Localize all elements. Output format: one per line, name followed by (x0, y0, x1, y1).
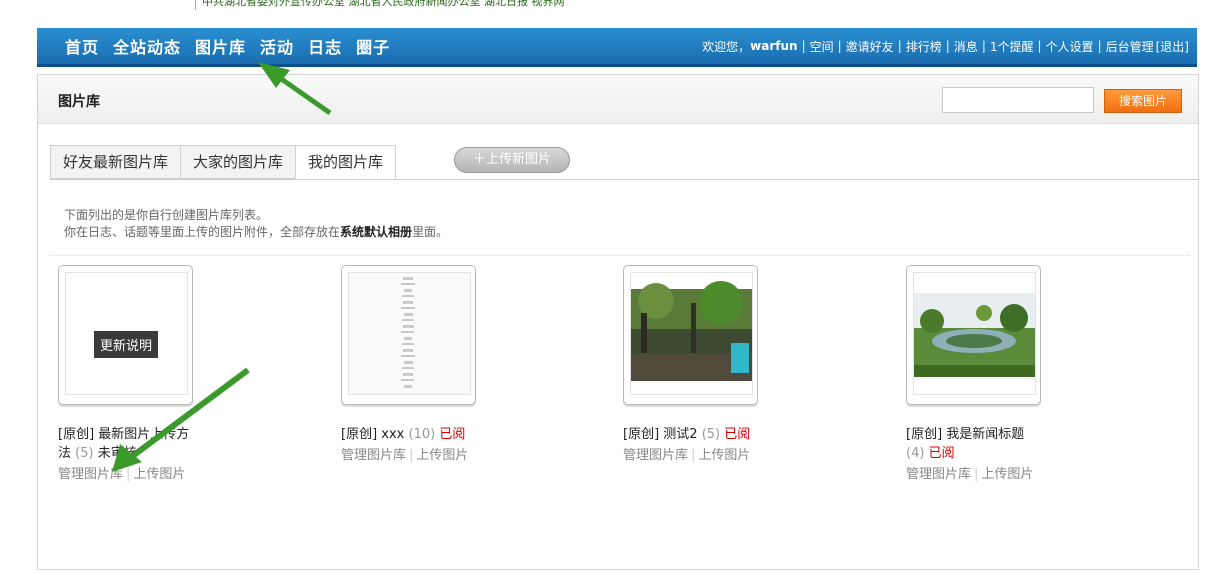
description-line: 你在日志、话题等里面上传的图片附件，全部存放在系统默认相册里面。 (64, 224, 448, 241)
separator: | (801, 39, 806, 53)
tabs-divider (50, 179, 1198, 180)
thumbnail-image (348, 272, 471, 395)
tab-my-gallery[interactable]: 我的图片库 (295, 145, 397, 179)
album-title: 测试2 (663, 427, 698, 442)
album-caption[interactable]: [原创] 最新图片上传方法 (5) 未审核 (58, 425, 198, 463)
separator: | (409, 448, 414, 463)
separator: | (126, 467, 131, 482)
separator: | (981, 39, 986, 53)
top-banner: 中共湖北省委对外宣传办公室 湖北省人民政府新闻办公室 湖北日报 视界网 (195, 0, 565, 10)
album-links: 管理图片库 | 上传图片 (58, 465, 198, 484)
album-status: 未审核 (97, 446, 137, 461)
manage-gallery-link[interactable]: 管理图片库 (58, 467, 123, 482)
album-tag: [原创] (341, 427, 378, 442)
forest-photo-image (631, 273, 752, 394)
user-link-admin[interactable]: 后台管理 (1106, 38, 1154, 55)
album-tag: [原创] (58, 427, 95, 442)
nav-groups[interactable]: 圈子 (356, 34, 390, 58)
description-text: 你在日志、话题等里面上传的图片附件，全部存放在 (64, 225, 341, 239)
park-rendering-image (914, 273, 1035, 394)
nav-blog[interactable]: 日志 (308, 34, 342, 58)
user-link-reminders[interactable]: 1个提醒 (990, 38, 1034, 55)
separator: | (897, 39, 902, 53)
upload-new-image-button[interactable]: ＋上传新图片 (454, 147, 570, 173)
separator: | (945, 39, 950, 53)
user-link-logout[interactable]: [退出] (1156, 38, 1189, 55)
album-title: 我是新闻标题 (946, 427, 1025, 442)
album-links: 管理图片库 | 上传图片 (623, 446, 763, 465)
thumbnail-image (630, 272, 753, 395)
album-title: xxx (381, 427, 405, 442)
tab-everyone[interactable]: 大家的图片库 (180, 145, 297, 179)
separator: | (691, 448, 696, 463)
album-thumbnail[interactable] (623, 265, 758, 405)
search-input[interactable] (942, 87, 1094, 113)
album-count: (4) (906, 446, 925, 461)
user-link-ranking[interactable]: 排行榜 (906, 38, 942, 55)
nav-links: 首页 全站动态 图片库 活动 日志 圈子 (65, 28, 390, 64)
gallery-divider (50, 255, 1190, 256)
manage-gallery-link[interactable]: 管理图片库 (906, 467, 971, 482)
manage-gallery-link[interactable]: 管理图片库 (341, 448, 406, 463)
nav-site-feed[interactable]: 全站动态 (113, 34, 181, 58)
album-card: [原创] 测试2 (5) 已阅 管理图片库 | 上传图片 (623, 265, 773, 465)
nav-gallery[interactable]: 图片库 (195, 34, 246, 58)
separator: | (837, 39, 842, 53)
album-links: 管理图片库 | 上传图片 (906, 465, 1046, 484)
album-count: (10) (408, 427, 436, 442)
welcome-text: 欢迎您， (702, 39, 751, 54)
upload-image-link[interactable]: 上传图片 (698, 448, 750, 463)
thumbnail-label: 更新说明 (94, 331, 159, 358)
panel-header: 图片库 搜索图片 (38, 75, 1198, 124)
gallery-tabs: 好友最新图片库 大家的图片库 我的图片库 (50, 145, 397, 179)
album-status: 已阅 (439, 427, 466, 442)
manage-gallery-link[interactable]: 管理图片库 (623, 448, 688, 463)
album-status: 已阅 (724, 427, 751, 442)
user-bar: 欢迎您， warfun | 空间 | 邀请好友 | 排行榜 | 消息 | 1个提… (702, 28, 1189, 64)
user-link-messages[interactable]: 消息 (954, 38, 978, 55)
tab-friends-latest[interactable]: 好友最新图片库 (50, 145, 182, 179)
album-tag: [原创] (906, 427, 943, 442)
gallery-panel: 图片库 搜索图片 好友最新图片库 大家的图片库 我的图片库 ＋上传新图片 下面列… (37, 74, 1199, 570)
user-link-settings[interactable]: 个人设置 (1046, 38, 1094, 55)
album-count: (5) (701, 427, 721, 442)
document-scan-image (349, 273, 470, 394)
upload-image-link[interactable]: 上传图片 (416, 448, 468, 463)
main-navbar: 首页 全站动态 图片库 活动 日志 圈子 欢迎您， warfun | 空间 | … (37, 28, 1197, 67)
page-title: 图片库 (58, 94, 100, 110)
search-button[interactable]: 搜索图片 (1104, 89, 1182, 113)
album-card: 更新说明 [原创] 最新图片上传方法 (5) 未审核 管理图片库 | 上传图片 (58, 265, 208, 484)
user-link-space[interactable]: 空间 (810, 38, 834, 55)
album-caption[interactable]: [原创] 测试2 (5) 已阅 (623, 425, 763, 444)
description-line: 下面列出的是你自行创建图片库列表。 (64, 208, 269, 222)
album-card: [原创] xxx (10) 已阅 管理图片库 | 上传图片 (341, 265, 491, 465)
description: 下面列出的是你自行创建图片库列表。 你在日志、话题等里面上传的图片附件，全部存放… (64, 207, 448, 241)
album-thumbnail[interactable]: 更新说明 (58, 265, 193, 405)
separator: | (1037, 39, 1042, 53)
album-caption[interactable]: [原创] 我是新闻标题 (4) 已阅 (906, 425, 1046, 463)
description-text: 里面。 (412, 225, 449, 239)
album-thumbnail[interactable] (341, 265, 476, 405)
album-card: [原创] 我是新闻标题 (4) 已阅 管理图片库 | 上传图片 (906, 265, 1056, 484)
album-links: 管理图片库 | 上传图片 (341, 446, 481, 465)
album-count: (5) (75, 446, 94, 461)
nav-events[interactable]: 活动 (260, 34, 294, 58)
thumbnail-image: 更新说明 (65, 272, 188, 395)
upload-image-link[interactable]: 上传图片 (133, 467, 185, 482)
upload-image-link[interactable]: 上传图片 (981, 467, 1033, 482)
default-album-name: 系统默认相册 (340, 225, 413, 239)
thumbnail-image (913, 272, 1036, 395)
album-tag: [原创] (623, 427, 660, 442)
username[interactable]: warfun (750, 39, 797, 53)
album-status: 已阅 (928, 446, 955, 461)
album-caption[interactable]: [原创] xxx (10) 已阅 (341, 425, 481, 444)
separator: | (974, 467, 979, 482)
separator: | (1097, 39, 1102, 53)
album-thumbnail[interactable] (906, 265, 1041, 405)
nav-home[interactable]: 首页 (65, 34, 99, 58)
user-link-invite[interactable]: 邀请好友 (846, 38, 894, 55)
